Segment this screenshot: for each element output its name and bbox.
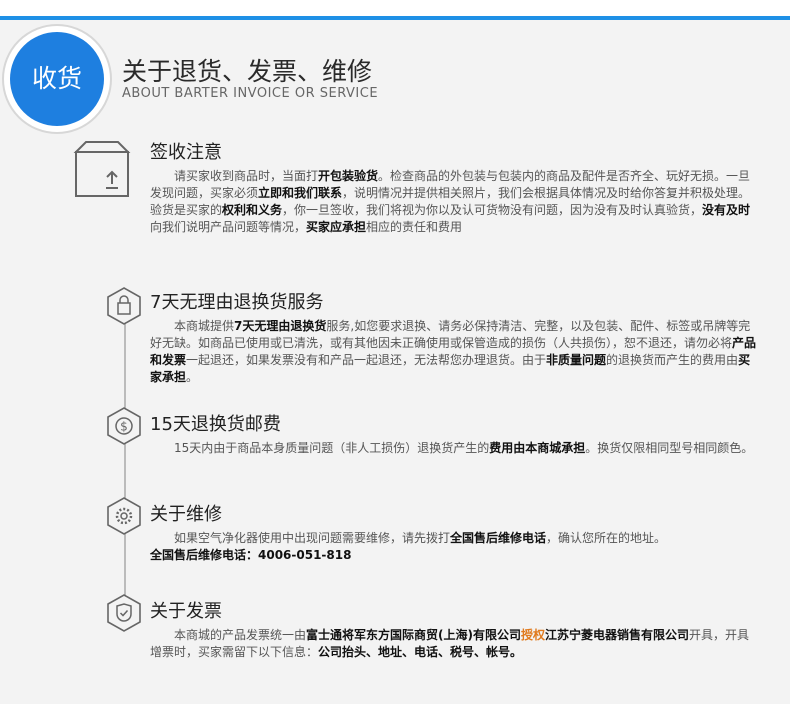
shield-check-icon xyxy=(107,594,141,632)
emphasis-text: 7天无理由退换货 xyxy=(234,319,327,333)
body-text: 。 xyxy=(186,370,199,384)
section-receipt: 签收注意 请买家收到商品时，当面打开包装验货。检查商品的外包装与包装内的商品及配… xyxy=(150,138,760,236)
body-text: 请买家收到商品时，当面打 xyxy=(174,169,319,183)
emphasis-text: 公司抬头、地址、电话、税号、帐号。 xyxy=(318,645,523,659)
body-text: 15天内由于商品本身质量问题（非人工损伤）退换货产生的 xyxy=(174,441,490,455)
emphasis-text: 富士通将军东方国际商贸(上海)有限公司 xyxy=(306,628,521,642)
header-badge: 收货 xyxy=(10,32,104,126)
section-title: 签收注意 xyxy=(150,142,222,163)
emphasis-text: 没有及时 xyxy=(702,203,751,217)
body-text: 如果空气净化器使用中出现问题需要维修，请先拨打 xyxy=(174,531,451,545)
svg-text:$: $ xyxy=(120,420,128,434)
section-invoice: 关于发票 本商城的产品发票统一由富士通将军东方国际商贸(上海)有限公司授权江苏宁… xyxy=(150,597,760,661)
section-title: 关于维修 xyxy=(150,504,222,525)
body-text: 相应的责任和费用 xyxy=(366,220,463,234)
body-text: 一起退还，如果发票没有和产品一起退还，无法帮您办理退货。由于 xyxy=(186,353,547,367)
section-repair: 关于维修 如果空气净化器使用中出现问题需要维修，请先拨打全国售后维修电话，确认您… xyxy=(150,500,760,564)
section-body: 15天内由于商品本身质量问题（非人工损伤）退换货产生的费用由本商城承担。换货仅限… xyxy=(150,440,760,457)
highlight-text: 授权 xyxy=(521,628,546,642)
section-15day-shipping: 15天退换货邮费 15天内由于商品本身质量问题（非人工损伤）退换货产生的费用由本… xyxy=(150,410,760,457)
accent-line xyxy=(0,16,790,20)
shopping-bag-icon xyxy=(107,287,141,325)
body-text: 。换货仅限相同型号相同颜色。 xyxy=(585,441,754,455)
body-text: 向我们说明产品问题等情况， xyxy=(150,220,307,234)
section-body: 如果空气净化器使用中出现问题需要维修，请先拨打全国售后维修电话，确认您所在的地址… xyxy=(150,530,760,564)
emphasis-text: 买家应承担 xyxy=(306,220,367,234)
emphasis-text: 权利和义务 xyxy=(222,203,283,217)
body-text: 本商城提供 xyxy=(174,319,235,333)
timeline-line xyxy=(124,315,126,615)
section-7day-return: 7天无理由退换货服务 本商城提供7天无理由退换货服务,如您要求退换、请务必保持清… xyxy=(150,288,760,386)
section-body: 本商城提供7天无理由退换货服务,如您要求退换、请务必保持清洁、完整，以及包装、配… xyxy=(150,318,760,386)
section-body: 请买家收到商品时，当面打开包装验货。检查商品的外包装与包装内的商品及配件是否齐全… xyxy=(150,168,760,236)
page-title: 关于退货、发票、维修 xyxy=(122,57,373,86)
body-text: 的退换货而产生的费用由 xyxy=(606,353,739,367)
repair-hotline: 全国售后维修电话：4006-051-818 xyxy=(150,548,352,562)
body-text: ，你一旦签收，我们将视为你以及认可货物没有问题，因为没有及时认真验货， xyxy=(282,203,703,217)
emphasis-text: 江苏宁菱电器销售有限公司 xyxy=(545,628,690,642)
section-title: 7天无理由退换货服务 xyxy=(150,292,324,313)
dollar-coin-icon: $ xyxy=(107,407,141,445)
section-title: 关于发票 xyxy=(150,601,222,622)
emphasis-text: 全国售后维修电话 xyxy=(450,531,547,545)
emphasis-text: 非质量问题 xyxy=(546,353,607,367)
emphasis-text: 费用由本商城承担 xyxy=(489,441,586,455)
body-text: 本商城的产品发票统一由 xyxy=(174,628,307,642)
section-title: 15天退换货邮费 xyxy=(150,414,281,435)
section-body: 本商城的产品发票统一由富士通将军东方国际商贸(上海)有限公司授权江苏宁菱电器销售… xyxy=(150,627,760,661)
body-text: ，确认您所在的地址。 xyxy=(546,531,667,545)
emphasis-text: 立即和我们联系 xyxy=(258,186,343,200)
emphasis-text: 开包装验货 xyxy=(318,169,379,183)
top-bar xyxy=(0,0,790,20)
package-icon xyxy=(73,141,131,197)
page-subtitle: ABOUT BARTER INVOICE OR SERVICE xyxy=(122,86,379,101)
gear-icon xyxy=(107,497,141,535)
